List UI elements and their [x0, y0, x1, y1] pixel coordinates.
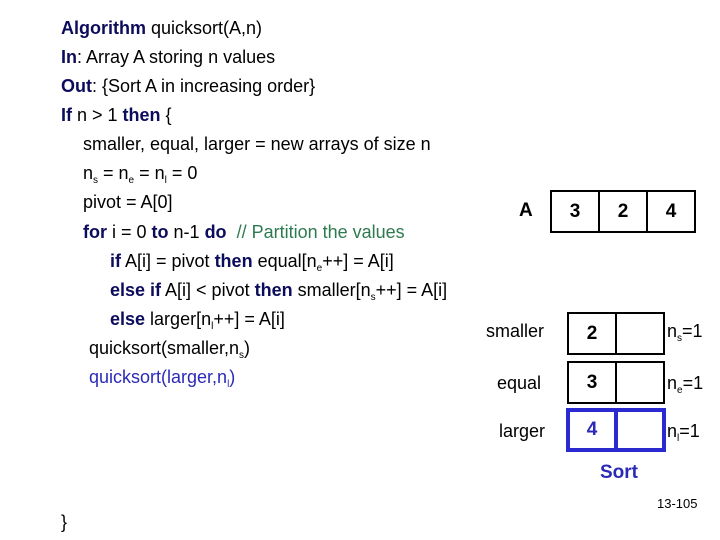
code-text: n-1: [168, 222, 205, 242]
code-text: larger[n: [145, 309, 212, 329]
code-text: quicksort(larger,n: [89, 367, 228, 387]
code-text: quicksort(smaller,n: [89, 338, 240, 358]
equal-label: equal: [497, 373, 542, 393]
count-value: =1: [682, 321, 703, 341]
larger-cell: [614, 412, 662, 448]
keyword: Out: [61, 76, 92, 96]
code-text: smaller, equal, larger = new arrays of s…: [83, 134, 431, 154]
count-value: =1: [682, 373, 704, 393]
array-a-label: A: [519, 200, 533, 221]
code-text: A[i] = pivot: [121, 251, 215, 271]
array-a-cell: 3: [569, 200, 581, 222]
smaller-cell: 2: [586, 322, 598, 344]
sort-caption: Sort: [600, 462, 638, 483]
code-text: A[i] < pivot: [161, 280, 255, 300]
code-line-pivot: pivot = A[0]: [83, 191, 173, 213]
code-text: ++] = A[i]: [322, 251, 394, 271]
code-line-if: If n > 1 then {: [61, 104, 172, 126]
code-line-input: In: Array A storing n values: [61, 46, 275, 68]
code-line-algorithm: Algorithm quicksort(A,n): [61, 17, 262, 39]
code-line-else-larger: else larger[nl++] = A[i]: [110, 308, 285, 332]
keyword: else: [110, 309, 146, 329]
page-number: 13-105: [657, 496, 698, 511]
larger-label: larger: [499, 421, 546, 441]
keyword: then: [214, 251, 253, 271]
equal-array: 3: [567, 361, 665, 404]
code-text: ++] = A[i]: [375, 280, 448, 300]
count-var: n: [667, 321, 678, 341]
code-text: smaller[n: [292, 280, 371, 300]
equal-cell: [615, 363, 663, 402]
code-text: n > 1: [72, 105, 123, 125]
keyword: then: [254, 280, 293, 300]
equal-count: ne=1: [667, 372, 704, 396]
code-text: = n: [134, 163, 165, 183]
keyword: for: [83, 222, 107, 242]
code-line-else-if-smaller: else if A[i] < pivot then smaller[ns++] …: [110, 279, 448, 303]
code-line-for: for i = 0 to n-1 do // Partition the val…: [83, 221, 405, 243]
code-text: i = 0: [107, 222, 152, 242]
equal-cell: 3: [586, 371, 598, 393]
code-text: pivot = A[0]: [83, 192, 173, 212]
array-a-cell: 4: [646, 192, 694, 231]
larger-array: 4: [566, 408, 666, 452]
code-text: ): [229, 367, 236, 387]
code-line-new-arrays: smaller, equal, larger = new arrays of s…: [83, 133, 431, 155]
code-text: = 0: [166, 163, 198, 183]
code-comment: // Partition the values: [226, 222, 405, 242]
code-text: : Array A storing n values: [77, 47, 276, 67]
smaller-label: smaller: [486, 321, 545, 341]
keyword: If: [61, 105, 72, 125]
keyword: then: [122, 105, 161, 125]
code-line-output: Out: {Sort A in increasing order}: [61, 75, 315, 97]
code-closing-brace: }: [61, 512, 68, 532]
count-value: =1: [679, 421, 700, 441]
keyword: In: [61, 47, 77, 67]
smaller-count: ns=1: [667, 320, 703, 344]
code-line-recurse-larger: quicksort(larger,nl): [89, 366, 236, 390]
code-text: equal[n: [252, 251, 317, 271]
count-var: n: [667, 421, 678, 441]
code-text: : {Sort A in increasing order}: [92, 76, 316, 96]
count-var: n: [667, 373, 678, 393]
keyword: to: [151, 222, 169, 242]
larger-count: nl=1: [667, 420, 700, 444]
smaller-cell: [615, 314, 663, 353]
code-text: ): [244, 338, 251, 358]
keyword: else if: [110, 280, 162, 300]
code-line-init-counters: ns = ne = nl = 0: [83, 162, 198, 186]
code-text: ++] = A[i]: [213, 309, 285, 329]
keyword: do: [204, 222, 227, 242]
code-line-recurse-smaller: quicksort(smaller,ns): [89, 337, 251, 361]
code-text: = n: [98, 163, 129, 183]
larger-cell: 4: [586, 419, 598, 440]
code-text: quicksort(A,n): [146, 18, 263, 38]
array-a-cell: 2: [598, 192, 646, 231]
code-line-if-equal: if A[i] = pivot then equal[ne++] = A[i]: [110, 250, 394, 274]
smaller-array: 2: [567, 312, 665, 355]
array-a: 3 2 4: [550, 190, 696, 233]
keyword: Algorithm: [61, 18, 146, 38]
keyword: if: [110, 251, 121, 271]
code-text: {: [160, 105, 172, 125]
code-text: n: [83, 163, 94, 183]
